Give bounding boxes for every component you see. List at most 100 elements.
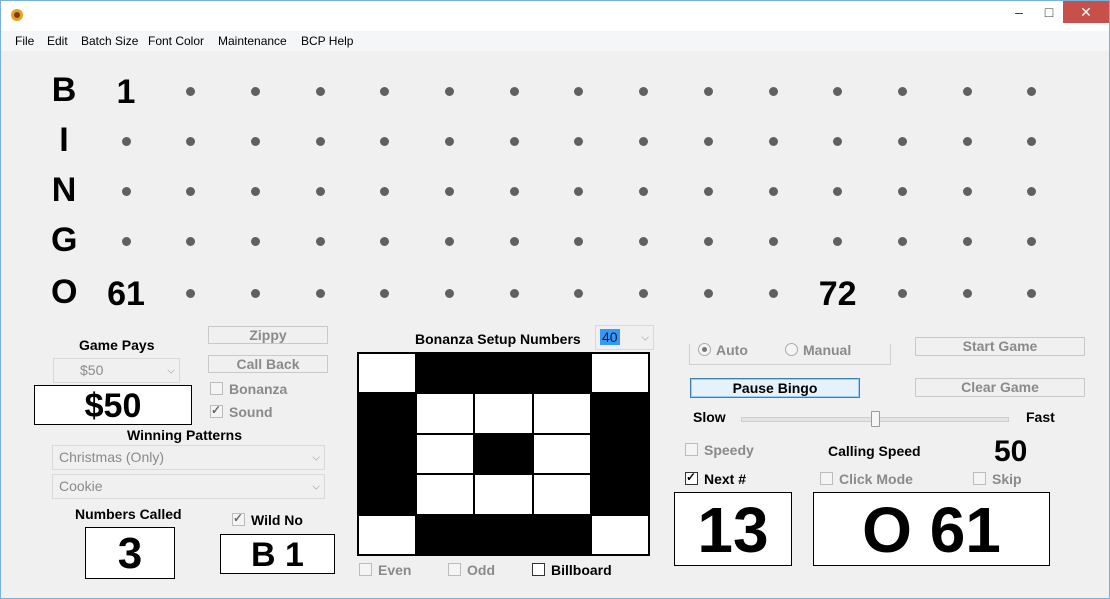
bonanza-grid-cell[interactable]: [533, 434, 590, 474]
board-cell[interactable]: [288, 72, 352, 112]
board-cell[interactable]: [935, 122, 999, 162]
pause-bingo-button[interactable]: Pause Bingo: [690, 378, 860, 398]
auto-radio[interactable]: Auto: [698, 342, 748, 358]
click-mode-checkbox[interactable]: Click Mode: [820, 471, 913, 487]
board-cell[interactable]: [418, 274, 482, 314]
board-cell[interactable]: [223, 72, 287, 112]
start-game-button[interactable]: Start Game: [915, 337, 1085, 356]
board-cell[interactable]: [288, 122, 352, 162]
bonanza-number-select[interactable]: 40 ⌵: [595, 325, 654, 350]
board-cell[interactable]: [806, 72, 870, 112]
board-cell[interactable]: [288, 274, 352, 314]
board-cell[interactable]: [482, 172, 546, 212]
board-cell[interactable]: [676, 222, 740, 262]
board-cell[interactable]: [288, 172, 352, 212]
board-cell[interactable]: [547, 222, 611, 262]
maximize-button[interactable]: □: [1034, 1, 1064, 23]
board-cell[interactable]: [935, 222, 999, 262]
board-cell[interactable]: [676, 122, 740, 162]
board-cell[interactable]: [612, 172, 676, 212]
board-cell[interactable]: [741, 172, 805, 212]
game-pays-select[interactable]: $50 ⌵: [53, 358, 180, 383]
board-cell[interactable]: [870, 172, 934, 212]
speedy-checkbox[interactable]: Speedy: [685, 442, 754, 458]
board-cell[interactable]: [806, 172, 870, 212]
bonanza-grid-cell[interactable]: [533, 394, 590, 433]
board-cell[interactable]: [418, 222, 482, 262]
board-cell[interactable]: [418, 72, 482, 112]
next-number-checkbox[interactable]: Next #: [685, 470, 746, 487]
board-cell[interactable]: [806, 122, 870, 162]
board-cell[interactable]: [159, 222, 223, 262]
board-cell[interactable]: [547, 172, 611, 212]
bonanza-grid-cell[interactable]: [591, 515, 648, 554]
board-cell[interactable]: [1000, 222, 1064, 262]
board-cell[interactable]: [935, 274, 999, 314]
board-cell[interactable]: [1000, 72, 1064, 112]
bonanza-grid-cell[interactable]: [417, 515, 474, 554]
skip-checkbox[interactable]: Skip: [973, 471, 1022, 487]
board-cell[interactable]: [159, 274, 223, 314]
wild-no-checkbox[interactable]: Wild No: [232, 511, 303, 528]
bonanza-pattern-grid[interactable]: [357, 352, 650, 556]
board-cell[interactable]: [676, 72, 740, 112]
winning-pattern-select-1[interactable]: Christmas (Only) ⌵: [52, 445, 325, 470]
board-cell[interactable]: [935, 72, 999, 112]
board-cell[interactable]: 1: [94, 72, 158, 112]
board-cell[interactable]: [870, 122, 934, 162]
bonanza-grid-cell[interactable]: [359, 434, 416, 474]
board-cell[interactable]: [1000, 172, 1064, 212]
board-cell[interactable]: [676, 172, 740, 212]
board-cell[interactable]: [223, 172, 287, 212]
board-cell[interactable]: [612, 72, 676, 112]
bonanza-grid-cell[interactable]: [417, 394, 474, 433]
bonanza-grid-cell[interactable]: [591, 394, 648, 433]
bonanza-grid-cell[interactable]: [475, 434, 532, 474]
bonanza-grid-cell[interactable]: [475, 394, 532, 433]
call-back-button[interactable]: Call Back: [208, 355, 328, 373]
board-cell[interactable]: [353, 72, 417, 112]
menu-maintenance[interactable]: Maintenance: [218, 34, 287, 48]
board-cell[interactable]: [547, 274, 611, 314]
board-cell[interactable]: [1000, 274, 1064, 314]
board-cell[interactable]: [935, 172, 999, 212]
board-cell[interactable]: [288, 222, 352, 262]
board-cell[interactable]: [547, 72, 611, 112]
bonanza-grid-cell[interactable]: [417, 354, 474, 393]
board-cell[interactable]: [482, 274, 546, 314]
board-cell[interactable]: [159, 72, 223, 112]
clear-game-button[interactable]: Clear Game: [915, 378, 1085, 397]
menu-edit[interactable]: Edit: [47, 34, 68, 48]
board-cell[interactable]: [159, 122, 223, 162]
board-cell[interactable]: [353, 172, 417, 212]
board-cell[interactable]: [94, 122, 158, 162]
bonanza-grid-cell[interactable]: [417, 475, 474, 514]
minimize-button[interactable]: –: [1004, 1, 1034, 23]
board-cell[interactable]: [223, 122, 287, 162]
bonanza-grid-cell[interactable]: [359, 394, 416, 433]
bonanza-grid-cell[interactable]: [475, 354, 532, 393]
board-cell[interactable]: 61: [94, 274, 158, 314]
sound-checkbox[interactable]: Sound: [210, 403, 273, 420]
board-cell[interactable]: [223, 274, 287, 314]
board-cell[interactable]: [870, 222, 934, 262]
menu-batch-size[interactable]: Batch Size: [81, 34, 138, 48]
billboard-checkbox[interactable]: Billboard: [532, 562, 612, 578]
bonanza-grid-cell[interactable]: [591, 354, 648, 393]
manual-radio[interactable]: Manual: [785, 342, 851, 358]
bonanza-grid-cell[interactable]: [591, 475, 648, 514]
board-cell[interactable]: [806, 222, 870, 262]
board-cell[interactable]: [353, 274, 417, 314]
bonanza-grid-cell[interactable]: [359, 475, 416, 514]
board-cell[interactable]: [418, 172, 482, 212]
zippy-button[interactable]: Zippy: [208, 326, 328, 344]
board-cell[interactable]: [741, 72, 805, 112]
board-cell[interactable]: [741, 122, 805, 162]
board-cell[interactable]: 72: [806, 274, 870, 314]
winning-pattern-select-2[interactable]: Cookie ⌵: [52, 474, 325, 499]
bonanza-grid-cell[interactable]: [359, 354, 416, 393]
board-cell[interactable]: [741, 274, 805, 314]
board-cell[interactable]: [159, 172, 223, 212]
board-cell[interactable]: [482, 122, 546, 162]
board-cell[interactable]: [353, 222, 417, 262]
